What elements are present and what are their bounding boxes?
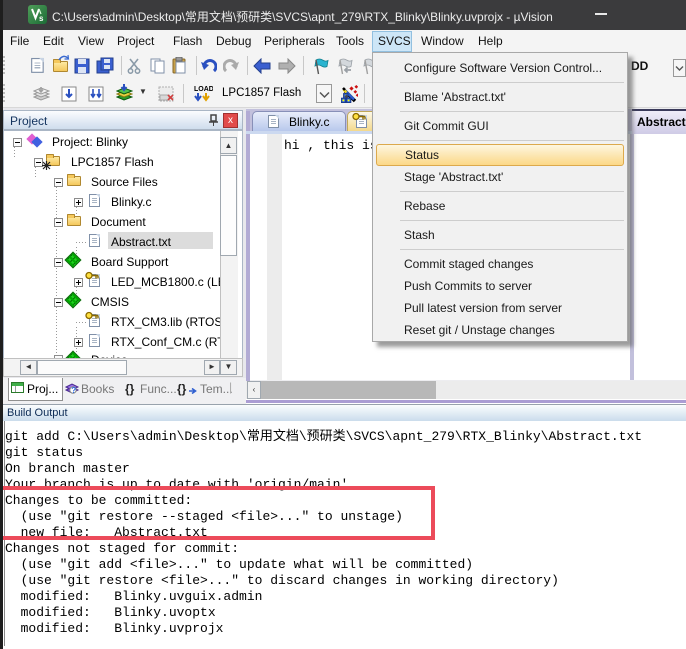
svg-text:?: ?: [71, 386, 76, 395]
svg-text:s: s: [39, 14, 44, 23]
svg-text:LOAD: LOAD: [194, 86, 213, 93]
